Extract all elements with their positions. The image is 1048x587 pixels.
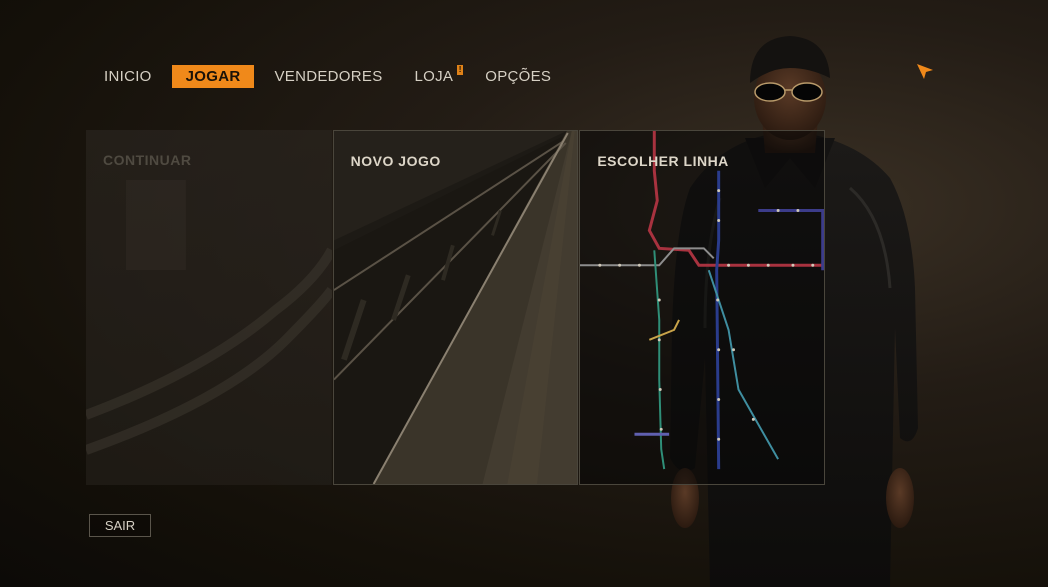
continue-card-background: [86, 130, 332, 485]
navigation-arrow-icon: [917, 64, 933, 79]
new-game-card-background: [333, 131, 578, 484]
nav-item-loja[interactable]: LOJA!: [403, 65, 466, 88]
nav-item-inicio[interactable]: INICIO: [92, 65, 164, 88]
exit-button[interactable]: SAIR: [89, 514, 151, 537]
nav-item-label: LOJA: [414, 68, 454, 85]
nav-item-jogar[interactable]: JOGAR: [171, 65, 255, 88]
play-options: CONTINUAR NOVO JOGO ESCOLHER LINHA: [86, 130, 826, 485]
exit-button-label: SAIR: [104, 518, 136, 533]
main-nav: INICIO JOGAR VENDEDORES LOJA! OPÇÕES: [92, 64, 571, 89]
nav-item-label: INICIO: [104, 68, 152, 85]
card-title: NOVO JOGO: [350, 153, 441, 169]
metro-map: [580, 131, 825, 470]
nav-item-label: JOGAR: [185, 68, 241, 85]
nav-item-opcoes[interactable]: OPÇÕES: [473, 65, 563, 88]
new-game-card[interactable]: NOVO JOGO: [332, 130, 579, 485]
choose-line-card[interactable]: ESCOLHER LINHA: [579, 130, 826, 485]
notification-badge: !: [457, 65, 464, 75]
nav-item-vendedores[interactable]: VENDEDORES: [262, 65, 394, 88]
continue-card: CONTINUAR: [86, 130, 332, 485]
nav-item-label: OPÇÕES: [485, 68, 552, 85]
card-title: ESCOLHER LINHA: [597, 153, 729, 169]
card-title: CONTINUAR: [103, 152, 192, 168]
nav-item-label: VENDEDORES: [274, 68, 383, 85]
